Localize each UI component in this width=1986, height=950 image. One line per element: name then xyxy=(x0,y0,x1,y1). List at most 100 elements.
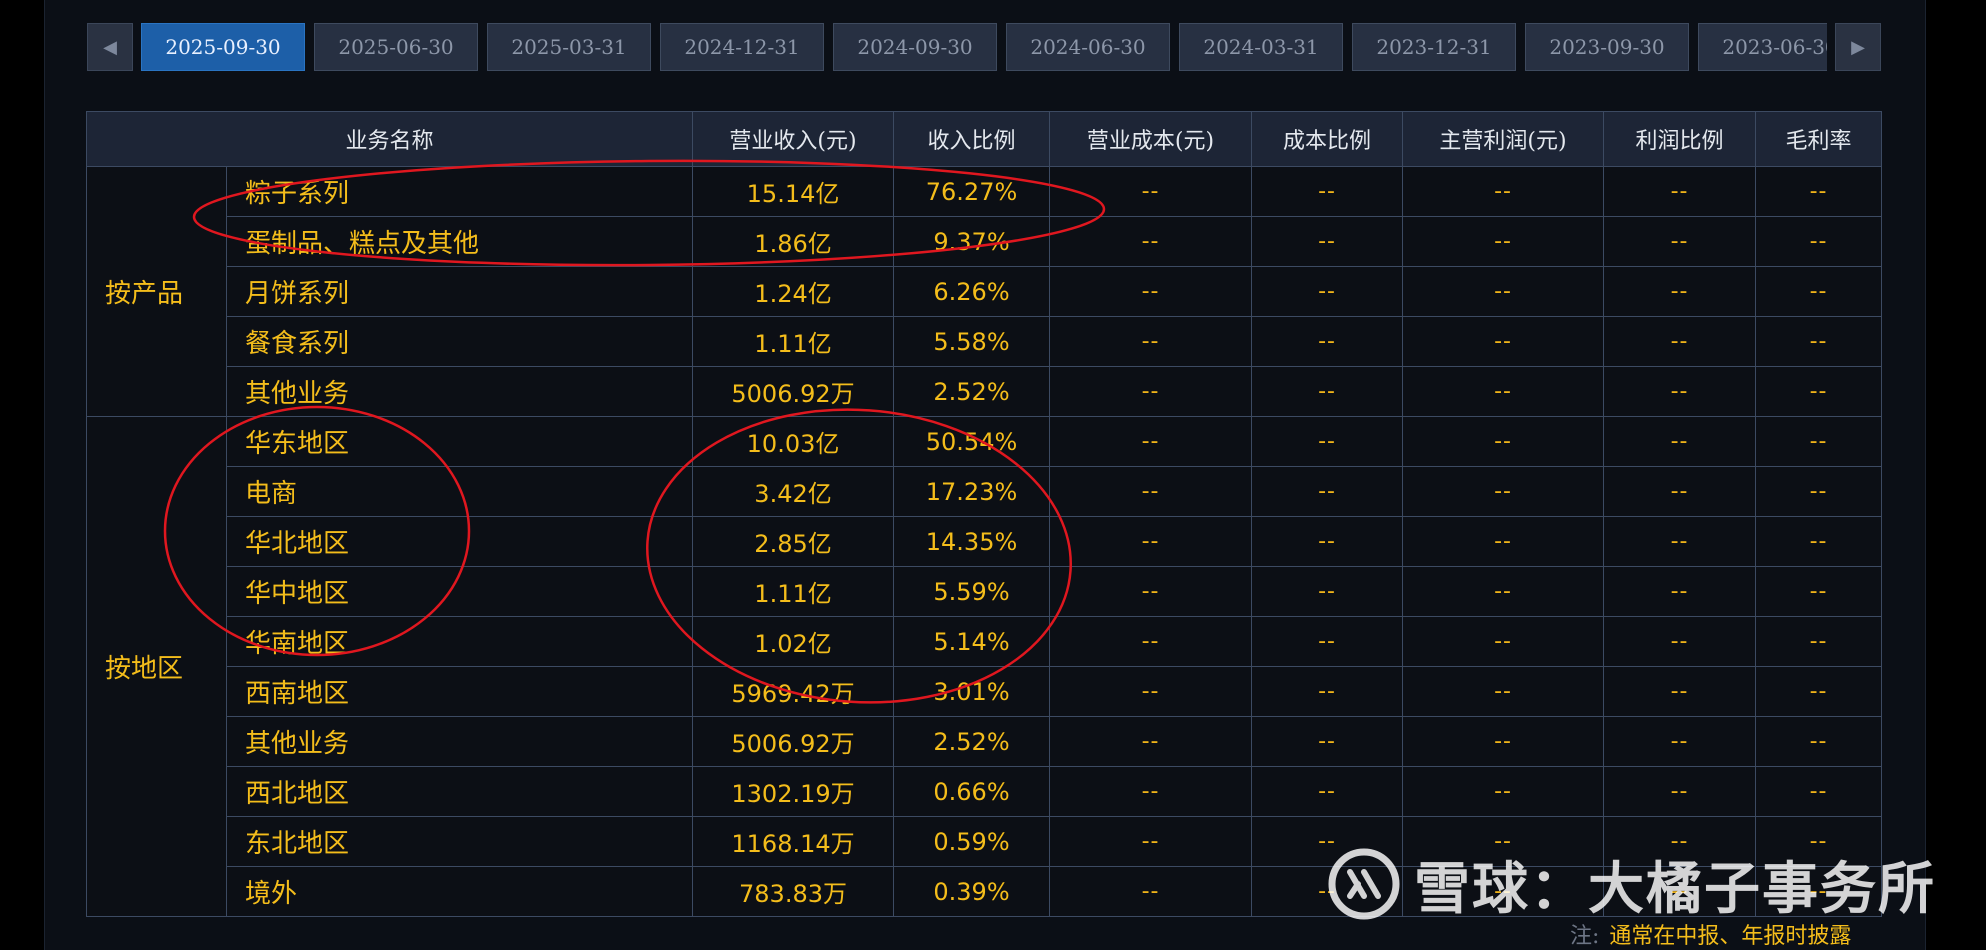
cost-cell: -- xyxy=(1049,866,1253,917)
tab-2025-06-30[interactable]: 2025-06-30 xyxy=(314,23,478,71)
ratio-cell: 14.35% xyxy=(893,516,1051,567)
ratio-cell: 50.54% xyxy=(893,416,1051,467)
business-segment-table: 业务名称 营业收入(元) 收入比例 营业成本(元) 成本比例 主营利润(元) 利… xyxy=(85,111,1883,917)
revenue-cell: 1.11亿 xyxy=(692,566,895,617)
table-row: 华北地区 2.85亿 14.35% -- -- -- -- -- xyxy=(87,516,1883,567)
revenue-cell: 10.03亿 xyxy=(692,416,895,467)
profit-ratio-cell: -- xyxy=(1603,416,1757,467)
cost-cell: -- xyxy=(1049,666,1253,717)
header-cost-ratio: 成本比例 xyxy=(1251,111,1404,167)
margin-cell: -- xyxy=(1755,166,1883,217)
cost-cell: -- xyxy=(1049,216,1253,267)
business-name-cell: 电商 xyxy=(225,466,694,517)
margin-cell: -- xyxy=(1755,416,1883,467)
group-label: 按产品 xyxy=(86,166,227,417)
revenue-cell: 5006.92万 xyxy=(692,716,895,767)
ratio-cell: 76.27% xyxy=(893,166,1051,217)
ratio-cell: 17.23% xyxy=(893,466,1051,517)
profit-cell: -- xyxy=(1402,566,1605,617)
profit-cell: -- xyxy=(1402,516,1605,567)
cost-cell: -- xyxy=(1049,516,1253,567)
margin-cell: -- xyxy=(1755,566,1883,617)
footnote-text: 通常在中报、年报时披露 xyxy=(1609,924,1852,949)
business-name-cell: 境外 xyxy=(225,866,694,917)
tab-2024-06-30[interactable]: 2024-06-30 xyxy=(1006,23,1170,71)
ratio-cell: 0.66% xyxy=(893,766,1051,817)
profit-ratio-cell: -- xyxy=(1603,766,1757,817)
next-arrow-button[interactable]: ▶ xyxy=(1835,23,1881,71)
table-row: 其他业务 5006.92万 2.52% -- -- -- -- -- xyxy=(87,366,1883,417)
cost-ratio-cell: -- xyxy=(1251,516,1404,567)
xueqiu-logo-icon xyxy=(1328,848,1400,920)
chevron-left-icon: ◀ xyxy=(103,36,117,58)
revenue-cell: 5006.92万 xyxy=(692,366,895,417)
revenue-cell: 1.02亿 xyxy=(692,616,895,667)
ratio-cell: 5.14% xyxy=(893,616,1051,667)
header-business-name: 业务名称 xyxy=(85,111,694,167)
chevron-right-icon: ▶ xyxy=(1851,36,1865,58)
profit-ratio-cell: -- xyxy=(1603,266,1757,317)
table-row: 其他业务 5006.92万 2.52% -- -- -- -- -- xyxy=(87,716,1883,767)
cost-ratio-cell: -- xyxy=(1251,766,1404,817)
profit-ratio-cell: -- xyxy=(1603,466,1757,517)
business-name-cell: 华中地区 xyxy=(225,566,694,617)
tab-2024-03-31[interactable]: 2024-03-31 xyxy=(1179,23,1343,71)
profit-ratio-cell: -- xyxy=(1603,516,1757,567)
business-name-cell: 华东地区 xyxy=(225,416,694,467)
cost-cell: -- xyxy=(1049,416,1253,467)
table-row: 西南地区 5969.42万 3.01% -- -- -- -- -- xyxy=(87,666,1883,717)
tab-2025-03-31[interactable]: 2025-03-31 xyxy=(487,23,651,71)
profit-cell: -- xyxy=(1402,266,1605,317)
profit-cell: -- xyxy=(1402,616,1605,667)
table-row: 华南地区 1.02亿 5.14% -- -- -- -- -- xyxy=(87,616,1883,667)
table-row: 蛋制品、糕点及其他 1.86亿 9.37% -- -- -- -- -- xyxy=(87,216,1883,267)
profit-ratio-cell: -- xyxy=(1603,666,1757,717)
margin-cell: -- xyxy=(1755,316,1883,367)
tab-2023-12-31[interactable]: 2023-12-31 xyxy=(1352,23,1516,71)
tab-2024-12-31[interactable]: 2024-12-31 xyxy=(660,23,824,71)
business-name-cell: 西北地区 xyxy=(225,766,694,817)
profit-cell: -- xyxy=(1402,766,1605,817)
prev-arrow-button[interactable]: ◀ xyxy=(87,23,133,71)
tab-2024-09-30[interactable]: 2024-09-30 xyxy=(833,23,997,71)
business-name-cell: 其他业务 xyxy=(225,366,694,417)
cost-cell: -- xyxy=(1049,566,1253,617)
tab-2023-09-30[interactable]: 2023-09-30 xyxy=(1525,23,1689,71)
revenue-cell: 1.24亿 xyxy=(692,266,895,317)
ratio-cell: 2.52% xyxy=(893,716,1051,767)
profit-ratio-cell: -- xyxy=(1603,166,1757,217)
cost-ratio-cell: -- xyxy=(1251,466,1404,517)
cost-cell: -- xyxy=(1049,316,1253,367)
business-name-cell: 蛋制品、糕点及其他 xyxy=(225,216,694,267)
profit-ratio-cell: -- xyxy=(1603,216,1757,267)
ratio-cell: 0.39% xyxy=(893,866,1051,917)
profit-ratio-cell: -- xyxy=(1603,716,1757,767)
watermark-text: 雪球：大橘子事务所 xyxy=(1414,856,1936,922)
cost-cell: -- xyxy=(1049,266,1253,317)
cost-ratio-cell: -- xyxy=(1251,566,1404,617)
cost-cell: -- xyxy=(1049,366,1253,417)
margin-cell: -- xyxy=(1755,766,1883,817)
header-cost: 营业成本(元) xyxy=(1049,111,1253,167)
profit-ratio-cell: -- xyxy=(1603,366,1757,417)
xueqiu-watermark: 雪球：大橘子事务所 xyxy=(1328,846,1936,922)
tab-2023-06-30[interactable]: 2023-06-30 xyxy=(1698,23,1827,71)
cost-ratio-cell: -- xyxy=(1251,616,1404,667)
profit-cell: -- xyxy=(1402,316,1605,367)
header-revenue-ratio: 收入比例 xyxy=(893,111,1051,167)
profit-ratio-cell: -- xyxy=(1603,566,1757,617)
cost-ratio-cell: -- xyxy=(1251,266,1404,317)
business-name-cell: 其他业务 xyxy=(225,716,694,767)
tab-2025-09-30[interactable]: 2025-09-30 xyxy=(141,23,305,71)
revenue-cell: 2.85亿 xyxy=(692,516,895,567)
cost-ratio-cell: -- xyxy=(1251,166,1404,217)
margin-cell: -- xyxy=(1755,516,1883,567)
margin-cell: -- xyxy=(1755,266,1883,317)
revenue-cell: 5969.42万 xyxy=(692,666,895,717)
cost-cell: -- xyxy=(1049,616,1253,667)
table-row: 月饼系列 1.24亿 6.26% -- -- -- -- -- xyxy=(87,266,1883,317)
business-name-cell: 西南地区 xyxy=(225,666,694,717)
revenue-cell: 1.11亿 xyxy=(692,316,895,367)
profit-cell: -- xyxy=(1402,166,1605,217)
table-row: 按产品 粽子系列 15.14亿 76.27% -- -- -- -- -- xyxy=(86,166,1883,417)
